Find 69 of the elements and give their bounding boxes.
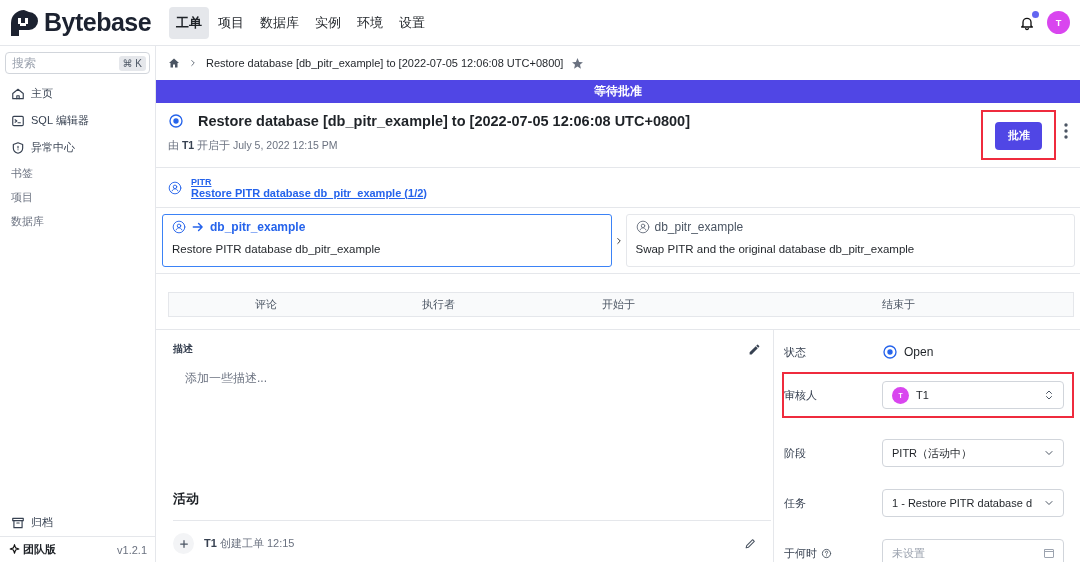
terminal-icon: [11, 113, 25, 128]
plus-glyph-icon: [178, 538, 189, 549]
stage-card[interactable]: db_pitr_example Swap PITR and the original database db_pitr_example: [625, 214, 1075, 267]
description-label: 描述: [173, 342, 193, 356]
pencil-icon: [748, 342, 761, 356]
sidebar-item[interactable]: 主页: [5, 80, 150, 107]
field-label: 于何时: [784, 545, 882, 561]
activity-entry: T1 创建工单 12:15: [204, 536, 295, 551]
field-label: 任务: [784, 495, 807, 511]
stage-card[interactable]: db_pitr_example Restore PITR database db_pitr_example: [162, 214, 612, 267]
home-icon: [168, 57, 180, 69]
sidebar-item[interactable]: 书签: [5, 161, 150, 185]
sidebar-item[interactable]: 数据库: [5, 209, 150, 233]
issue-title: Restore database [db_pitr_example] to [2022-07-05 12:06:08 UTC+0800]: [198, 113, 690, 129]
edition-label: 团队版: [23, 542, 56, 557]
breadcrumb-title: Restore database [db_pitr_example] to [2022-07-05 12:06:08 UTC+0800]: [206, 57, 564, 69]
stage-description: Restore PITR database db_pitr_example: [172, 243, 382, 255]
logo-text: Bytebase: [44, 8, 152, 37]
approve-button[interactable]: 批准: [995, 121, 1042, 150]
arrow-right-icon: [191, 220, 205, 234]
status-banner: 等待批准: [156, 80, 1080, 103]
stage-description: Swap PITR and the original database db_pitr_example: [635, 243, 916, 255]
status-open-icon: [168, 113, 184, 129]
nav-tab[interactable]: 项目: [211, 6, 252, 39]
dropdown-select[interactable]: 1 - Restore PITR database d: [882, 489, 1064, 517]
nav-tab[interactable]: 实例: [308, 6, 349, 39]
task-link[interactable]: Restore PITR database db_pitr_example (1/2): [191, 186, 427, 199]
pipeline-link[interactable]: PITR: [191, 176, 427, 187]
pencil-icon: [744, 537, 757, 550]
help-icon: [821, 547, 832, 559]
column-header: 开始于: [601, 297, 636, 312]
archive-item[interactable]: 归档: [5, 509, 150, 536]
sidebar-item[interactable]: 异常中心: [5, 134, 150, 161]
nav-tab[interactable]: 数据库: [253, 6, 307, 39]
sidebar-item[interactable]: 项目: [5, 185, 150, 209]
search-field[interactable]: 搜索 ⌘ K: [5, 52, 150, 74]
nav-tab[interactable]: 工单: [169, 6, 210, 39]
issue-meta: 由 T1 开启于 July 5, 2022 12:15 PM: [168, 139, 339, 153]
star-icon: [571, 56, 585, 70]
dropdown-select[interactable]: PITR（活动中）: [882, 439, 1064, 467]
logo-icon: [10, 8, 38, 37]
sidebar-item[interactable]: SQL 编辑器: [5, 107, 150, 134]
status-open-icon: [882, 344, 898, 360]
chevron-right-icon: [188, 58, 198, 68]
version-label: v1.2.1: [117, 543, 147, 556]
stage-name: db_pitr_example: [654, 220, 744, 234]
sparkle-icon: [8, 543, 21, 556]
user-circle-icon: [168, 180, 182, 195]
activity-title: 活动: [173, 490, 771, 521]
description-placeholder[interactable]: 添加一些描述...: [185, 370, 761, 387]
user-circle-icon: [635, 220, 650, 234]
updown-chevron-icon: [1043, 389, 1055, 401]
home-icon: [11, 86, 25, 101]
more-icon[interactable]: [1064, 123, 1068, 139]
archive-icon: [11, 515, 25, 530]
field-label: 审核人: [784, 387, 818, 403]
column-header: 评论: [254, 297, 279, 312]
calendar-icon: [1043, 547, 1055, 559]
user-circle-icon: [172, 220, 186, 234]
nav-tab[interactable]: 设置: [392, 6, 433, 39]
column-header: 结束于: [880, 297, 916, 312]
field-label: 阶段: [784, 445, 807, 461]
stage-name: db_pitr_example: [210, 220, 306, 234]
shortcut-hint: ⌘ K: [118, 55, 146, 71]
shield-icon: [11, 140, 25, 155]
nav-tab[interactable]: 环境: [350, 6, 391, 39]
column-header: 执行者: [421, 297, 457, 312]
status-value: Open: [882, 344, 1064, 360]
field-label: 状态: [784, 344, 807, 360]
